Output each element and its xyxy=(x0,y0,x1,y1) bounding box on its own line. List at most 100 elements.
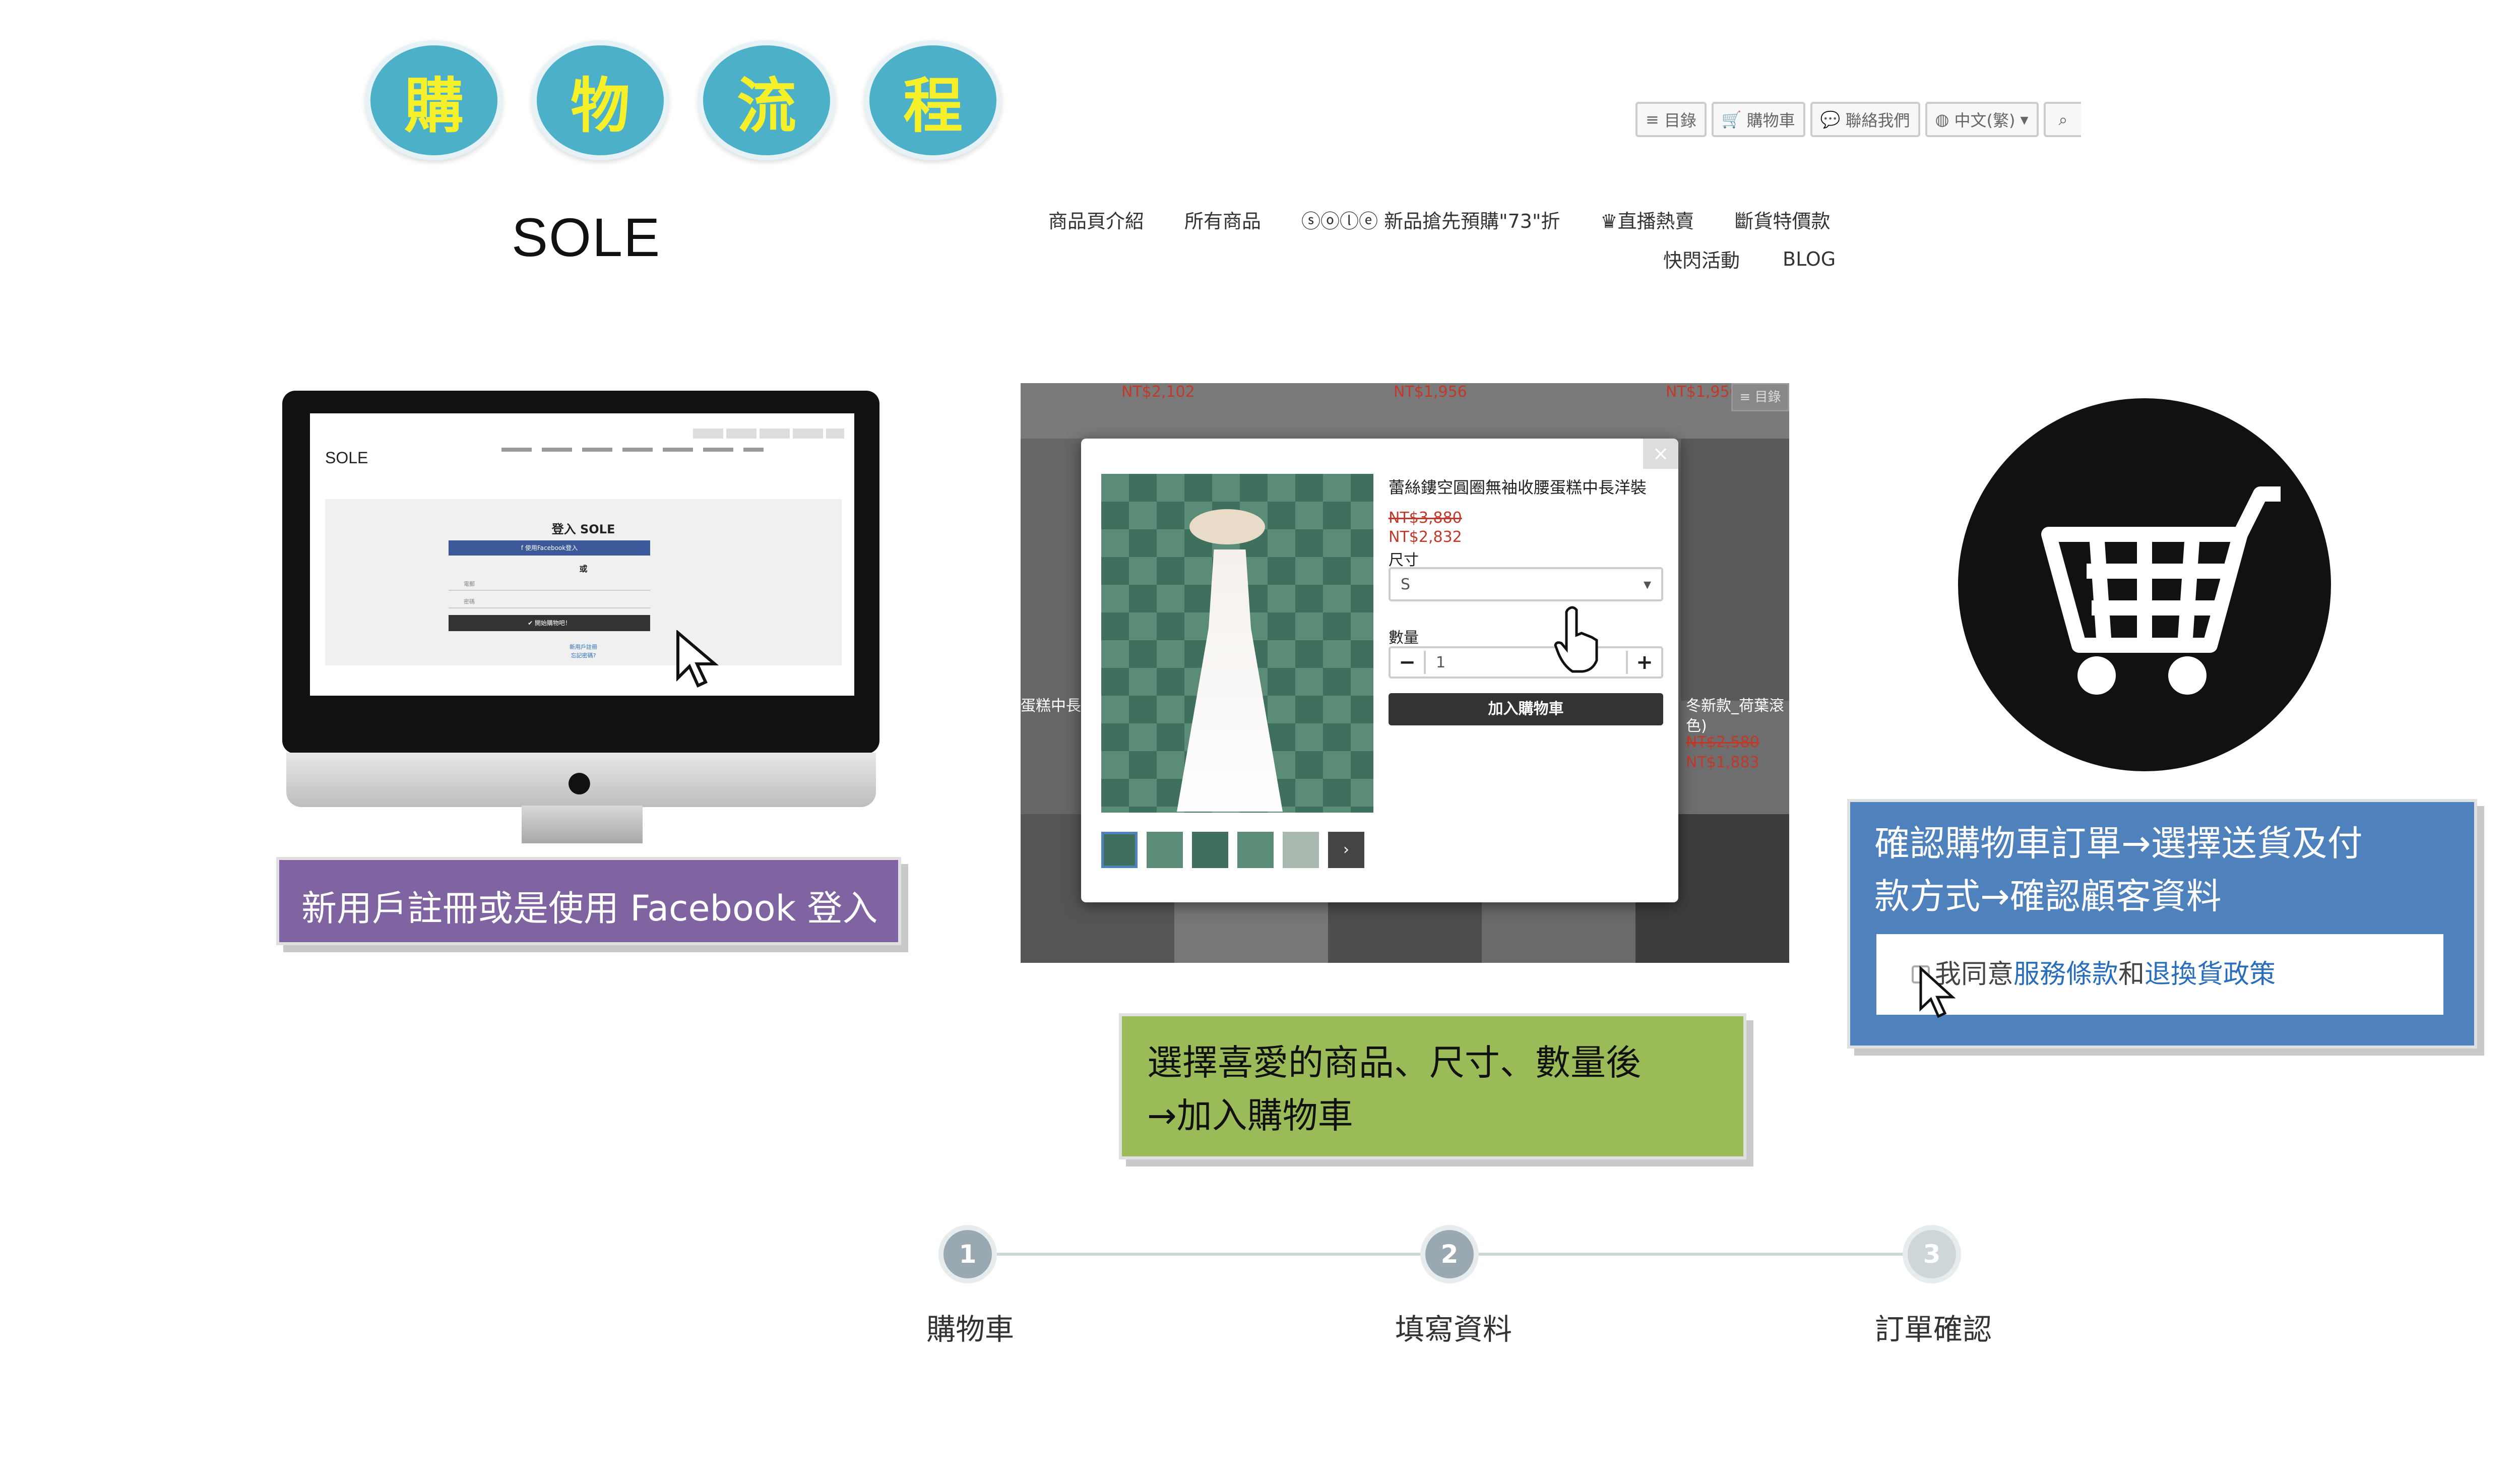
search-button[interactable]: ⌕ xyxy=(2043,102,2081,137)
catalog-button[interactable]: ≡ 目錄 xyxy=(1635,102,1707,137)
search-icon: ⌕ xyxy=(2058,109,2068,129)
caption-checkout: 確認購物車訂單→選擇送貨及付 款方式→確認顧客資料 我同意 服務條款 和 退換貨… xyxy=(1847,799,2477,1049)
product-title: 蕾絲鏤空圓圈無袖收腰蛋糕中長洋裝 xyxy=(1389,478,1647,497)
step-2-circle: 2 xyxy=(1420,1225,1479,1283)
caption-text: 款方式→確認顧客資料 xyxy=(1874,876,2222,917)
language-select[interactable]: ◍ 中文(繁) ▾ xyxy=(1925,102,2039,137)
nav-item[interactable]: ♛直播熱賣 xyxy=(1600,206,1694,233)
thumbnail[interactable] xyxy=(1192,832,1228,868)
product-modal: × › 蕾絲鏤空圓圈無袖收腰蛋糕中長洋裝 NT$3,880 NT$2,832 尺… xyxy=(1081,439,1678,902)
thumbnail[interactable] xyxy=(1101,832,1138,868)
title-char: 流 xyxy=(698,40,835,160)
terms-link[interactable]: 服務條款 xyxy=(2013,948,2118,1001)
facebook-login-button[interactable]: f 使用Facebook登入 xyxy=(449,540,650,556)
caption-select: 選擇喜愛的商品、尺寸、數量後 →加入購物車 xyxy=(1119,1013,1746,1159)
caption-text: 確認購物車訂單→選擇送貨及付 xyxy=(1874,823,2363,864)
arrow-cursor-icon xyxy=(1919,966,1956,1018)
cart-circle xyxy=(1958,398,2331,771)
caption-text: →加入購物車 xyxy=(1147,1095,1353,1136)
step-3-label: 訂單確認 xyxy=(1875,1312,1992,1346)
thumbnail[interactable] xyxy=(1283,832,1319,868)
list-icon: ≡ xyxy=(1646,110,1659,129)
model-dress xyxy=(1177,549,1283,812)
title-banner: 購 物 流 程 xyxy=(365,40,1001,160)
utility-bar: ≡ 目錄 🛒 購物車 💬 聯絡我們 ◍ 中文(繁) ▾ ⌕ xyxy=(1635,102,2081,137)
size-value: S xyxy=(1401,575,1411,593)
cart-button[interactable]: 🛒 購物車 xyxy=(1711,102,1805,137)
return-policy-link[interactable]: 退換貨政策 xyxy=(2145,948,2276,1001)
minus-button[interactable]: − xyxy=(1391,651,1426,674)
bg-text: 冬新款_荷葉滾 xyxy=(1686,697,1784,715)
bg-price-new: NT$1,883 xyxy=(1686,754,1759,771)
price-label: NT$2,102 xyxy=(1121,383,1195,401)
main-nav: 商品頁介紹 所有商品 ⓢⓞⓛⓔ 新品搶先預購"73"折 ♛直播熱賣 斷貨特價款 xyxy=(1048,206,1831,233)
modal-close-button[interactable]: × xyxy=(1643,439,1678,469)
agree-text: 和 xyxy=(2118,959,2145,990)
sale-price: NT$2,832 xyxy=(1389,528,1462,546)
nav-item[interactable]: 斷貨特價款 xyxy=(1735,206,1831,233)
util-label: 聯絡我們 xyxy=(1845,111,1910,130)
step-2-label: 填寫資料 xyxy=(1395,1312,1513,1346)
apple-logo-icon: ● xyxy=(567,765,592,798)
title-char: 物 xyxy=(532,40,669,160)
thumbnail[interactable] xyxy=(1147,832,1183,868)
util-label: 目錄 xyxy=(1664,111,1696,130)
price-label: NT$1,956 xyxy=(1394,383,1467,401)
register-link[interactable]: 新用戶註冊 xyxy=(325,643,842,651)
forgot-password-link[interactable]: 忘記密碼? xyxy=(325,651,842,659)
thumbnail[interactable] xyxy=(1237,832,1274,868)
nav-item[interactable]: 商品頁介紹 xyxy=(1048,206,1144,233)
caret-down-icon: ▾ xyxy=(2020,110,2029,129)
quantity-stepper[interactable]: − 1 + xyxy=(1389,646,1663,679)
caption-login: 新用戶註冊或是使用 Facebook 登入 xyxy=(276,857,901,945)
util-label: 中文(繁) xyxy=(1954,111,2015,130)
bg-product-right xyxy=(1681,439,1789,701)
util-label: 購物車 xyxy=(1746,111,1795,130)
old-price: NT$3,880 xyxy=(1389,509,1462,527)
bg-text: 蛋糕中長 xyxy=(1021,697,1081,715)
agree-terms-box: 我同意 服務條款 和 退換貨政策 xyxy=(1876,934,2443,1015)
bg-menu-button: ≡ 目錄 xyxy=(1731,383,1789,411)
plus-button[interactable]: + xyxy=(1626,651,1661,674)
caption-text: 選擇喜愛的商品、尺寸、數量後 xyxy=(1147,1042,1641,1083)
thumbnail-strip: › xyxy=(1101,832,1364,868)
step-1-label: 購物車 xyxy=(926,1312,1015,1346)
price-label: NT$1,956 xyxy=(1666,383,1739,401)
nav-item[interactable]: ⓢⓞⓛⓔ 新品搶先預購"73"折 xyxy=(1301,206,1560,233)
caret-down-icon: ▾ xyxy=(1643,575,1651,593)
login-heading: 登入 SOLE xyxy=(551,522,615,536)
chat-icon: 💬 xyxy=(1820,110,1841,129)
bg-product-left xyxy=(1021,439,1081,822)
hand-pointer-icon xyxy=(1554,606,1598,673)
site-logo[interactable]: SOLE xyxy=(512,206,661,269)
nav-item[interactable]: 所有商品 xyxy=(1184,206,1261,233)
quantity-label: 數量 xyxy=(1389,629,1419,647)
size-label: 尺寸 xyxy=(1389,551,1419,569)
or-divider: 或 xyxy=(579,564,588,574)
login-panel: 登入 SOLE f 使用Facebook登入 或 電郵 密碼 ✔ 開始購物吧！ … xyxy=(325,499,842,665)
monitor-stand xyxy=(522,806,643,843)
login-submit-button[interactable]: ✔ 開始購物吧！ xyxy=(449,615,650,631)
step-1-circle: 1 xyxy=(938,1225,997,1283)
monitor-chin: ● xyxy=(286,753,876,807)
mini-logo: SOLE xyxy=(325,449,368,467)
bg-text: 色) xyxy=(1686,717,1707,735)
title-char: 程 xyxy=(864,40,1001,160)
shopping-cart-icon xyxy=(2041,486,2281,695)
mini-util xyxy=(693,428,844,439)
nav-item[interactable]: BLOG xyxy=(1783,248,1836,270)
step-3-circle: 3 xyxy=(1903,1225,1961,1283)
email-field[interactable]: 電郵 xyxy=(449,580,650,591)
nav-item[interactable]: 快閃活動 xyxy=(1663,245,1740,273)
product-photo xyxy=(1101,474,1373,813)
title-char: 購 xyxy=(365,40,502,160)
size-select[interactable]: S ▾ xyxy=(1389,567,1663,601)
thumbnail-next-button[interactable]: › xyxy=(1328,832,1364,868)
contact-button[interactable]: 💬 聯絡我們 xyxy=(1810,102,1920,137)
monitor-illustration: SOLE 登入 SOLE f 使用Facebook登入 或 電郵 密碼 ✔ 開始… xyxy=(282,391,879,754)
globe-icon: ◍ xyxy=(1935,110,1949,129)
arrow-cursor-icon xyxy=(676,630,719,688)
add-to-cart-button[interactable]: 加入購物車 xyxy=(1389,693,1663,725)
password-field[interactable]: 密碼 xyxy=(449,597,650,608)
mini-nav xyxy=(501,448,764,452)
